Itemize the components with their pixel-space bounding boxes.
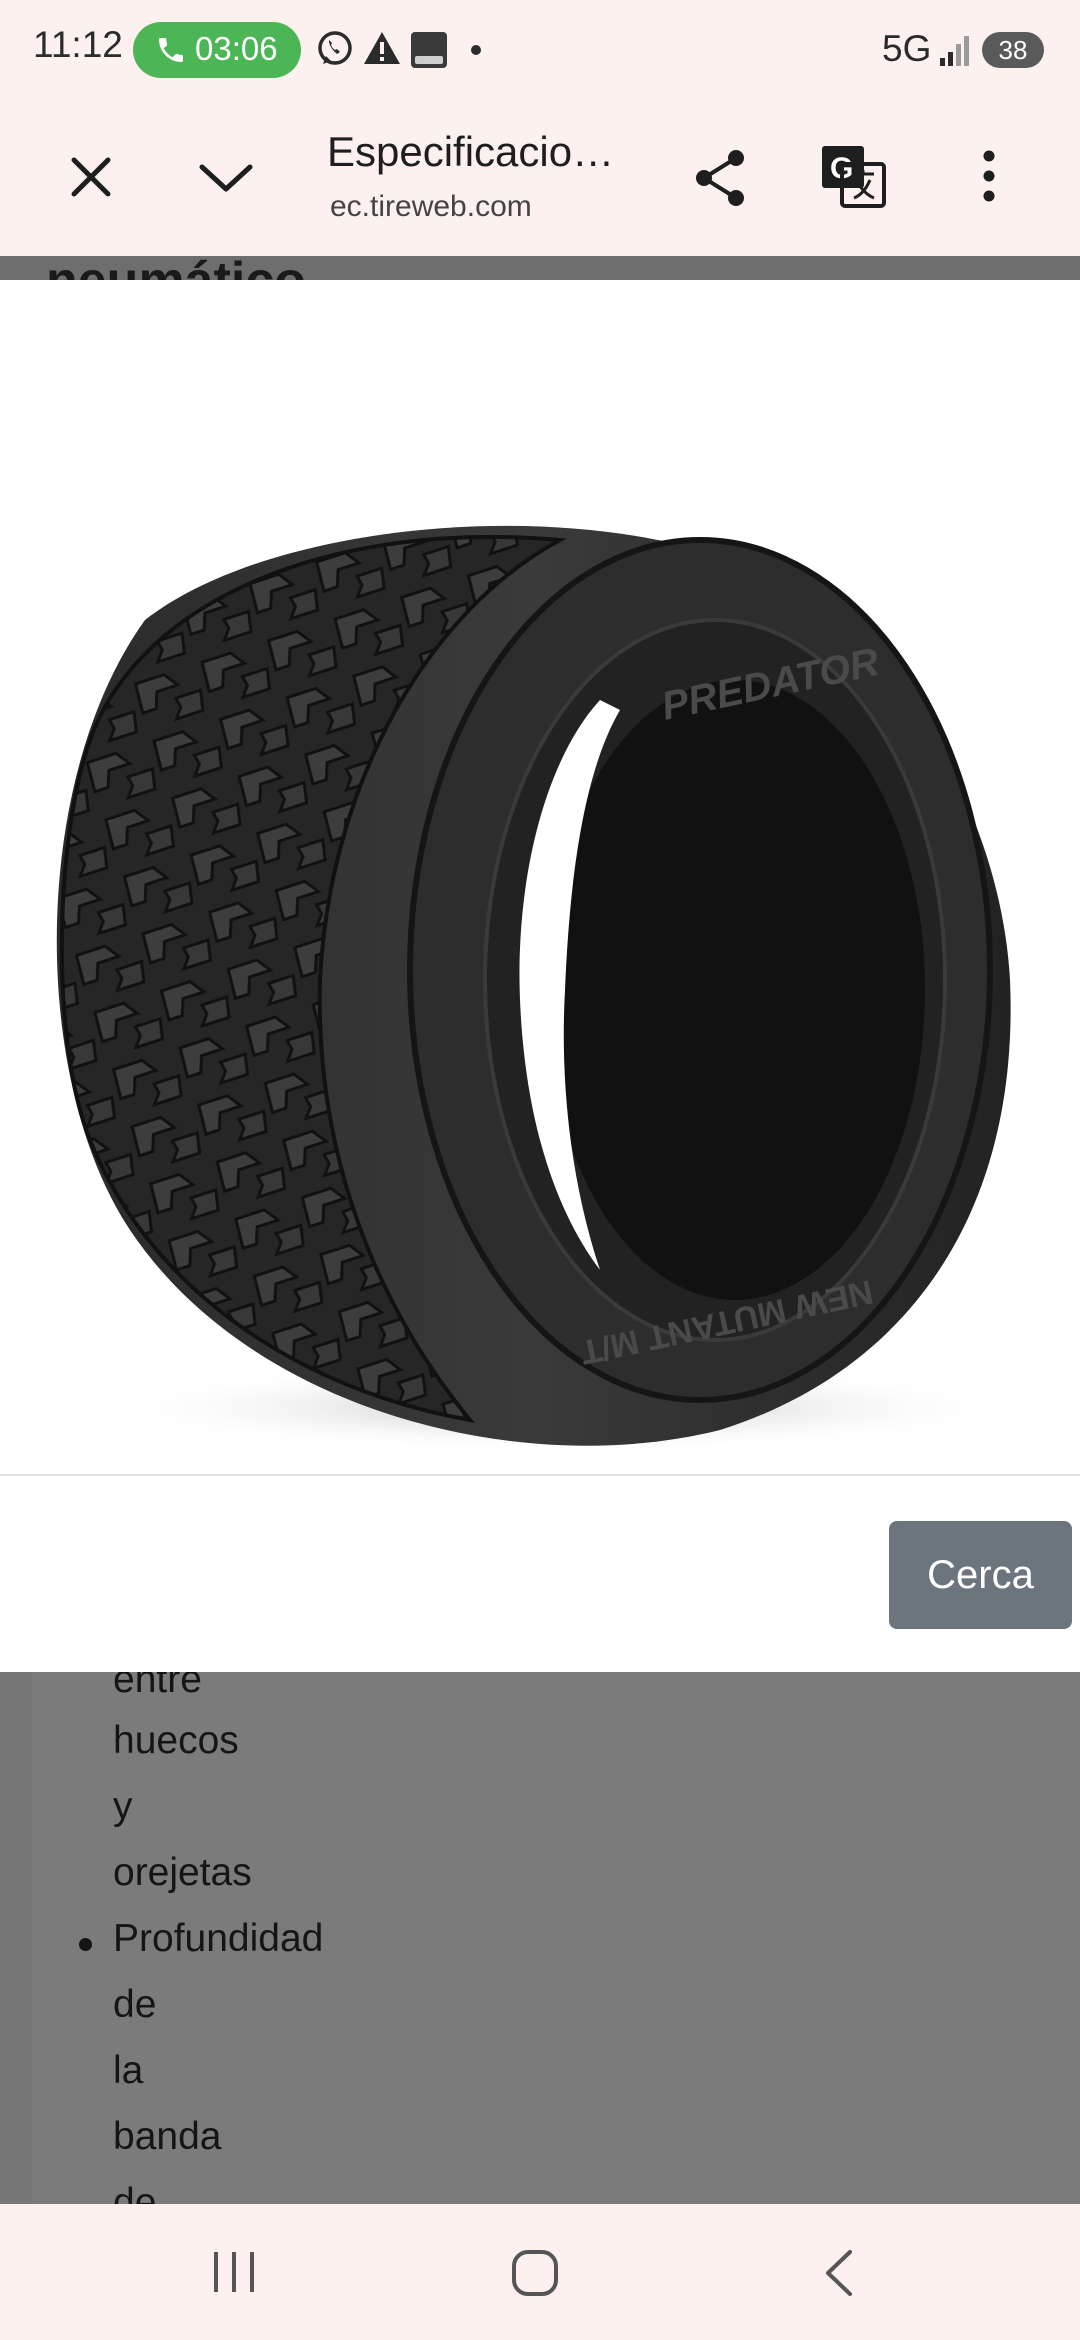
list-text-line: entre	[113, 1672, 202, 1701]
home-icon[interactable]	[510, 2248, 560, 2298]
page-url[interactable]: ec.tireweb.com	[330, 190, 532, 224]
custom-tab-toolbar	[0, 100, 1080, 256]
call-timer: 03:06	[195, 30, 278, 67]
list-text-line: orejetas	[113, 1851, 252, 1894]
network-type: 5G	[882, 28, 932, 69]
bible-app-icon	[411, 32, 447, 68]
page-heading-fragment: neumático	[46, 250, 306, 280]
battery-level: 38	[998, 35, 1028, 65]
dot-icon	[471, 45, 481, 55]
page-title: Especificacio…	[327, 128, 615, 175]
image-viewer: PREDATOR NEW MUTANT M/T	[0, 280, 1080, 1476]
list-text-line: banda	[113, 2115, 222, 2158]
list-text-line: huecos	[113, 1719, 239, 1762]
recent-apps-icon[interactable]	[210, 2248, 258, 2296]
list-text-line: la	[113, 2049, 144, 2092]
chevron-down-icon[interactable]	[196, 155, 256, 199]
back-icon[interactable]	[820, 2248, 860, 2298]
ongoing-call-chip[interactable]: 03:06	[133, 22, 301, 78]
list-text-line: Profundidad	[113, 1917, 324, 1960]
viewer-footer: Cerca	[0, 1476, 1080, 1672]
share-icon[interactable]	[692, 148, 748, 208]
phone-icon	[159, 38, 183, 62]
navigation-bar	[0, 2204, 1080, 2340]
whatsapp-icon	[318, 31, 352, 65]
list-text-line: de	[113, 2181, 157, 2204]
page-left-margin	[0, 1672, 32, 2204]
warning-icon	[364, 32, 400, 64]
status-bar: 11:12 03:06 5G 38	[0, 0, 1080, 100]
tire-image: PREDATOR NEW MUTANT M/T	[56, 525, 1030, 1452]
list-text-line: de	[113, 1983, 157, 2026]
translate-icon[interactable]: G	[820, 144, 886, 210]
list-bullet	[79, 1938, 92, 1951]
more-vert-icon[interactable]	[976, 148, 1002, 204]
list-text-line: y	[113, 1785, 133, 1828]
close-icon[interactable]	[64, 150, 118, 204]
signal-icon	[940, 36, 969, 66]
dimmed-page-content: entre huecos y orejetas Profundidad de l…	[0, 1672, 1080, 2204]
clock: 11:12	[33, 24, 123, 65]
close-viewer-button[interactable]: Cerca	[889, 1521, 1072, 1629]
battery-indicator: 38	[982, 32, 1044, 68]
